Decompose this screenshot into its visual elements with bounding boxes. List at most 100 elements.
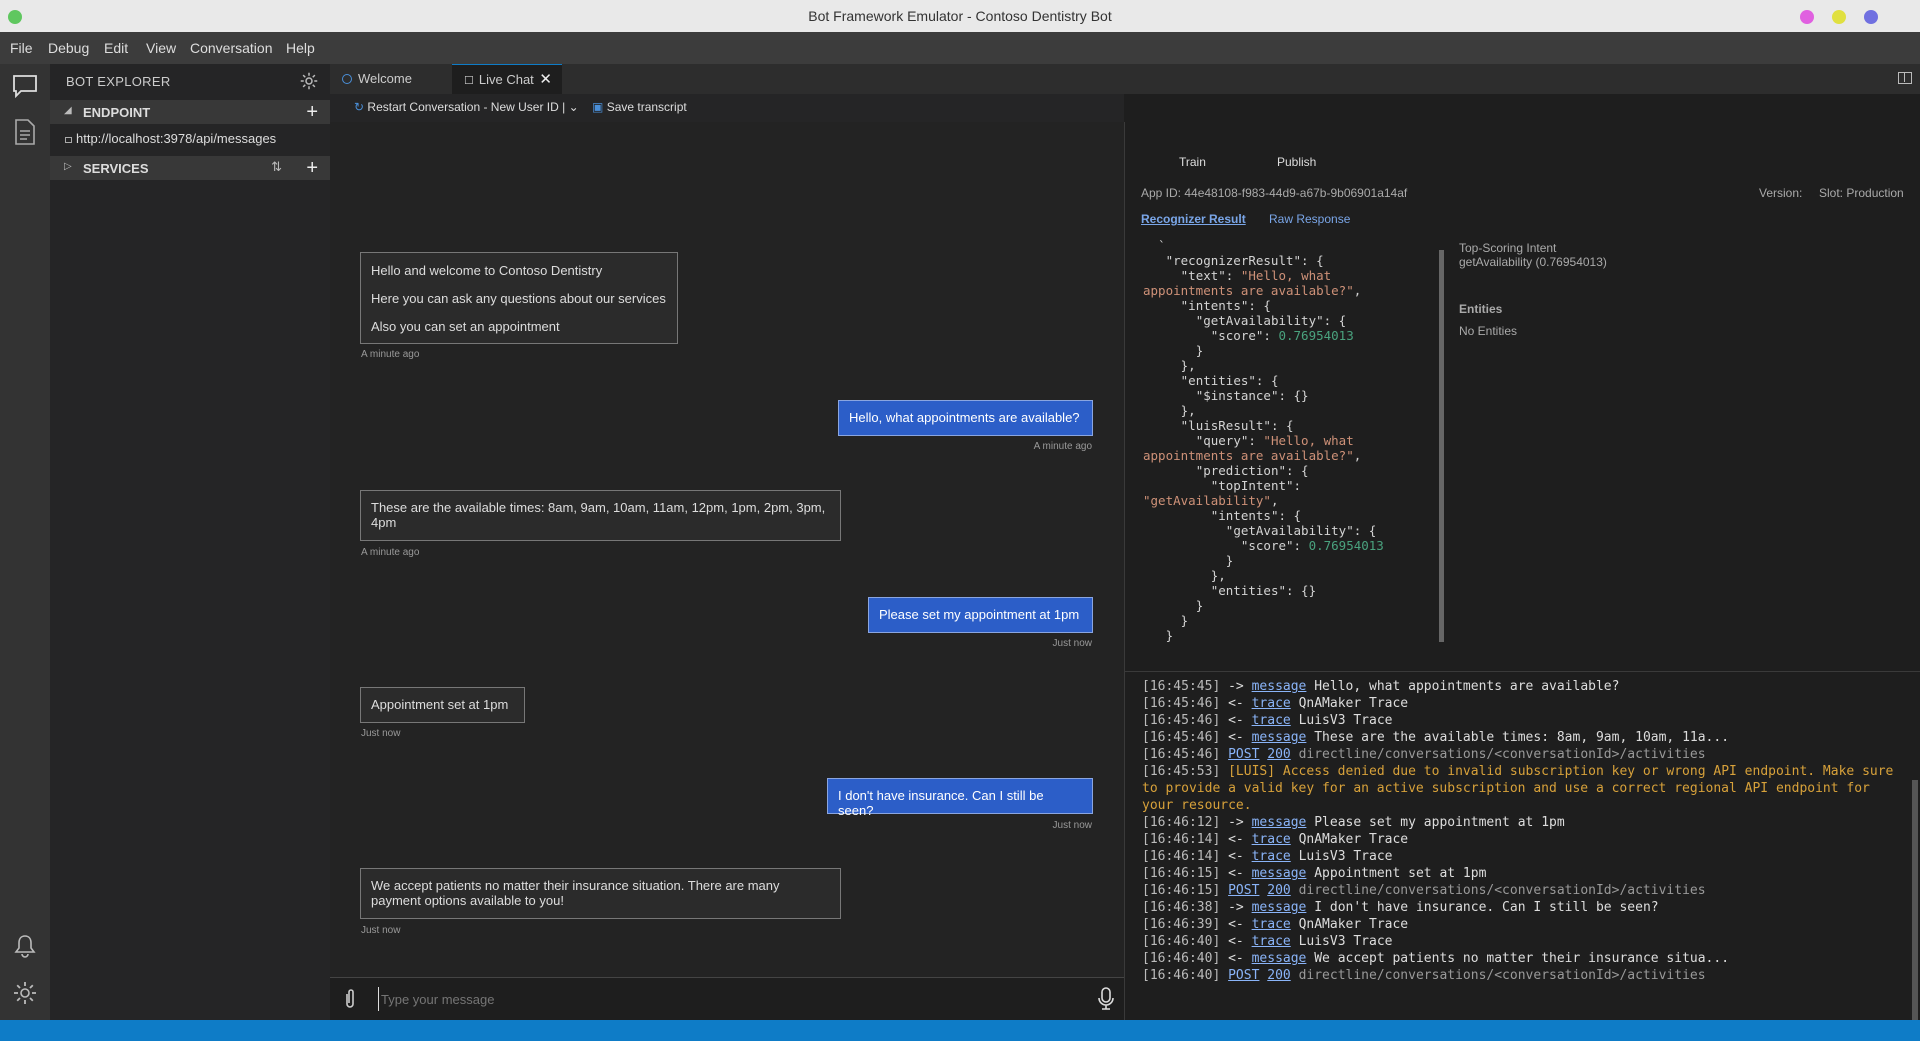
json-line: }, — [1180, 403, 1196, 418]
log-time: [16:45:46] — [1142, 747, 1221, 762]
menu-help[interactable]: Help — [286, 40, 315, 56]
log-line: [16:46:14] <- trace QnAMaker Trace — [1125, 831, 1905, 848]
close-tab-icon[interactable]: ✕ — [539, 70, 552, 88]
publish-button[interactable]: Publish — [1277, 155, 1316, 169]
log-activity-link[interactable]: trace — [1252, 713, 1291, 728]
chevron-down-icon[interactable]: ⌄ — [569, 100, 579, 114]
log-post-link[interactable]: POST — [1228, 883, 1259, 898]
json-line: } — [1143, 643, 1563, 644]
log-text: These are the available times: 8am, 9am,… — [1314, 730, 1730, 745]
log-warning: to provide a valid key for an active sub… — [1142, 781, 1870, 796]
log-post-link[interactable]: POST — [1228, 747, 1259, 762]
log-activity-link[interactable]: message — [1252, 815, 1307, 830]
message-timestamp: Just now — [1052, 820, 1092, 831]
log-post-link[interactable]: POST — [1228, 968, 1259, 983]
log-activity-link[interactable]: message — [1252, 866, 1307, 881]
json-line: "topIntent": — [1210, 478, 1302, 493]
log-line: [16:46:40] POST 200 directline/conversat… — [1125, 967, 1905, 984]
explorer-settings-gear-icon[interactable] — [300, 72, 318, 93]
log-activity-link[interactable]: trace — [1252, 849, 1291, 864]
expand-triangle-icon: ▷ — [64, 161, 72, 172]
log-direction: -> — [1228, 815, 1244, 830]
log-direction: -> — [1228, 900, 1244, 915]
log-time: [16:46:39] — [1142, 917, 1221, 932]
log-line: [16:46:40] <- trace LuisV3 Trace — [1125, 933, 1905, 950]
window-zoom-dot[interactable] — [1864, 10, 1878, 24]
json-line: "getAvailability": { — [1225, 523, 1377, 538]
menu-edit[interactable]: Edit — [104, 40, 128, 56]
bell-icon[interactable] — [11, 932, 39, 960]
menu-debug[interactable]: Debug — [48, 40, 89, 56]
tab-welcome[interactable]: Welcome — [330, 64, 450, 94]
log-panel: [16:45:45] -> message Hello, what appoin… — [1124, 672, 1920, 1020]
endpoint-section-header[interactable]: ◢ ENDPOINT + — [50, 100, 330, 124]
log-line: [16:45:46] <- message These are the avai… — [1125, 729, 1905, 746]
log-time: [16:46:40] — [1142, 934, 1221, 949]
json-line: } — [1195, 343, 1204, 358]
services-section-header[interactable]: ▷ SERVICES ⇅ + — [50, 156, 330, 180]
slot-label: Slot: Production — [1819, 186, 1904, 200]
log-status-link[interactable]: 200 — [1267, 883, 1290, 898]
log-text: QnAMaker Trace — [1298, 917, 1409, 932]
tab-raw-response[interactable]: Raw Response — [1269, 212, 1350, 226]
paperclip-attach-icon[interactable] — [344, 988, 356, 1015]
split-view-icon[interactable] — [1898, 72, 1912, 84]
message-input-bar — [330, 977, 1124, 1020]
endpoint-url: http://localhost:3978/api/messages — [76, 131, 277, 146]
add-endpoint-icon[interactable]: + — [306, 101, 318, 124]
log-line: to provide a valid key for an active sub… — [1125, 780, 1905, 797]
log-activity-link[interactable]: trace — [1252, 934, 1291, 949]
log-text: LuisV3 Trace — [1298, 713, 1393, 728]
json-line: }, — [1180, 358, 1196, 373]
save-transcript-button[interactable]: ▣ Save transcript — [592, 100, 687, 114]
menu-file[interactable]: File — [10, 40, 33, 56]
log-direction: <- — [1228, 934, 1244, 949]
window-minimize-dot[interactable] — [1832, 10, 1846, 24]
log-time: [16:45:53] — [1142, 764, 1221, 779]
chat-icon[interactable] — [11, 72, 39, 100]
message-timestamp: Just now — [361, 728, 401, 739]
log-activity-link[interactable]: trace — [1252, 832, 1291, 847]
log-text: LuisV3 Trace — [1298, 849, 1393, 864]
log-time: [16:45:46] — [1142, 713, 1221, 728]
tab-live-chat[interactable]: ☐ Live Chat ✕ — [452, 64, 562, 94]
bot-explorer-title: BOT EXPLORER — [66, 74, 171, 89]
json-line: }, — [1210, 568, 1226, 583]
settings-gear-icon[interactable] — [11, 979, 39, 1007]
restart-conversation-button[interactable]: ↻ Restart Conversation - New User ID | ⌄ — [354, 100, 579, 114]
log-direction: <- — [1228, 951, 1244, 966]
json-line: } — [1180, 613, 1189, 628]
log-activity-link[interactable]: message — [1252, 730, 1307, 745]
json-line: "entities": {} — [1210, 583, 1317, 598]
log-line: [16:45:53] [LUIS] Access denied due to i… — [1125, 763, 1905, 780]
json-scrollbar[interactable] — [1439, 250, 1444, 642]
json-line: } — [1195, 598, 1204, 613]
menu-bar: File Debug Edit View Conversation Help — [0, 32, 1920, 64]
microphone-icon[interactable] — [1098, 987, 1114, 1014]
log-activity-link[interactable]: trace — [1252, 917, 1291, 932]
log-line: [16:46:38] -> message I don't have insur… — [1125, 899, 1905, 916]
json-line: "text": "Hello, what — [1180, 268, 1332, 283]
json-line: "query": "Hello, what — [1195, 433, 1354, 448]
endpoint-item[interactable]: http://localhost:3978/api/messages — [65, 131, 276, 146]
log-activity-link[interactable]: message — [1252, 679, 1307, 694]
log-time: [16:45:46] — [1142, 696, 1221, 711]
menu-conversation[interactable]: Conversation — [190, 40, 273, 56]
log-status-link[interactable]: 200 — [1267, 968, 1290, 983]
log-scrollbar[interactable] — [1912, 780, 1918, 1020]
log-status-link[interactable]: 200 — [1267, 747, 1290, 762]
tab-recognizer-result[interactable]: Recognizer Result — [1141, 212, 1246, 226]
log-activity-link[interactable]: message — [1252, 900, 1307, 915]
menu-view[interactable]: View — [146, 40, 176, 56]
train-button[interactable]: Train — [1179, 155, 1206, 169]
transcript-icon[interactable] — [11, 118, 39, 146]
sort-icon[interactable]: ⇅ — [271, 159, 282, 175]
add-service-icon[interactable]: + — [306, 157, 318, 180]
message-timestamp: A minute ago — [361, 547, 420, 558]
log-activity-link[interactable]: trace — [1252, 696, 1291, 711]
luis-inspector-panel: Train Publish App ID: 44e48108-f983-44d9… — [1124, 122, 1920, 672]
window-close-dot[interactable] — [1800, 10, 1814, 24]
bot-message-line: Here you can ask any questions about our… — [371, 291, 666, 306]
log-activity-link[interactable]: message — [1252, 951, 1307, 966]
message-input[interactable] — [378, 987, 1038, 1011]
